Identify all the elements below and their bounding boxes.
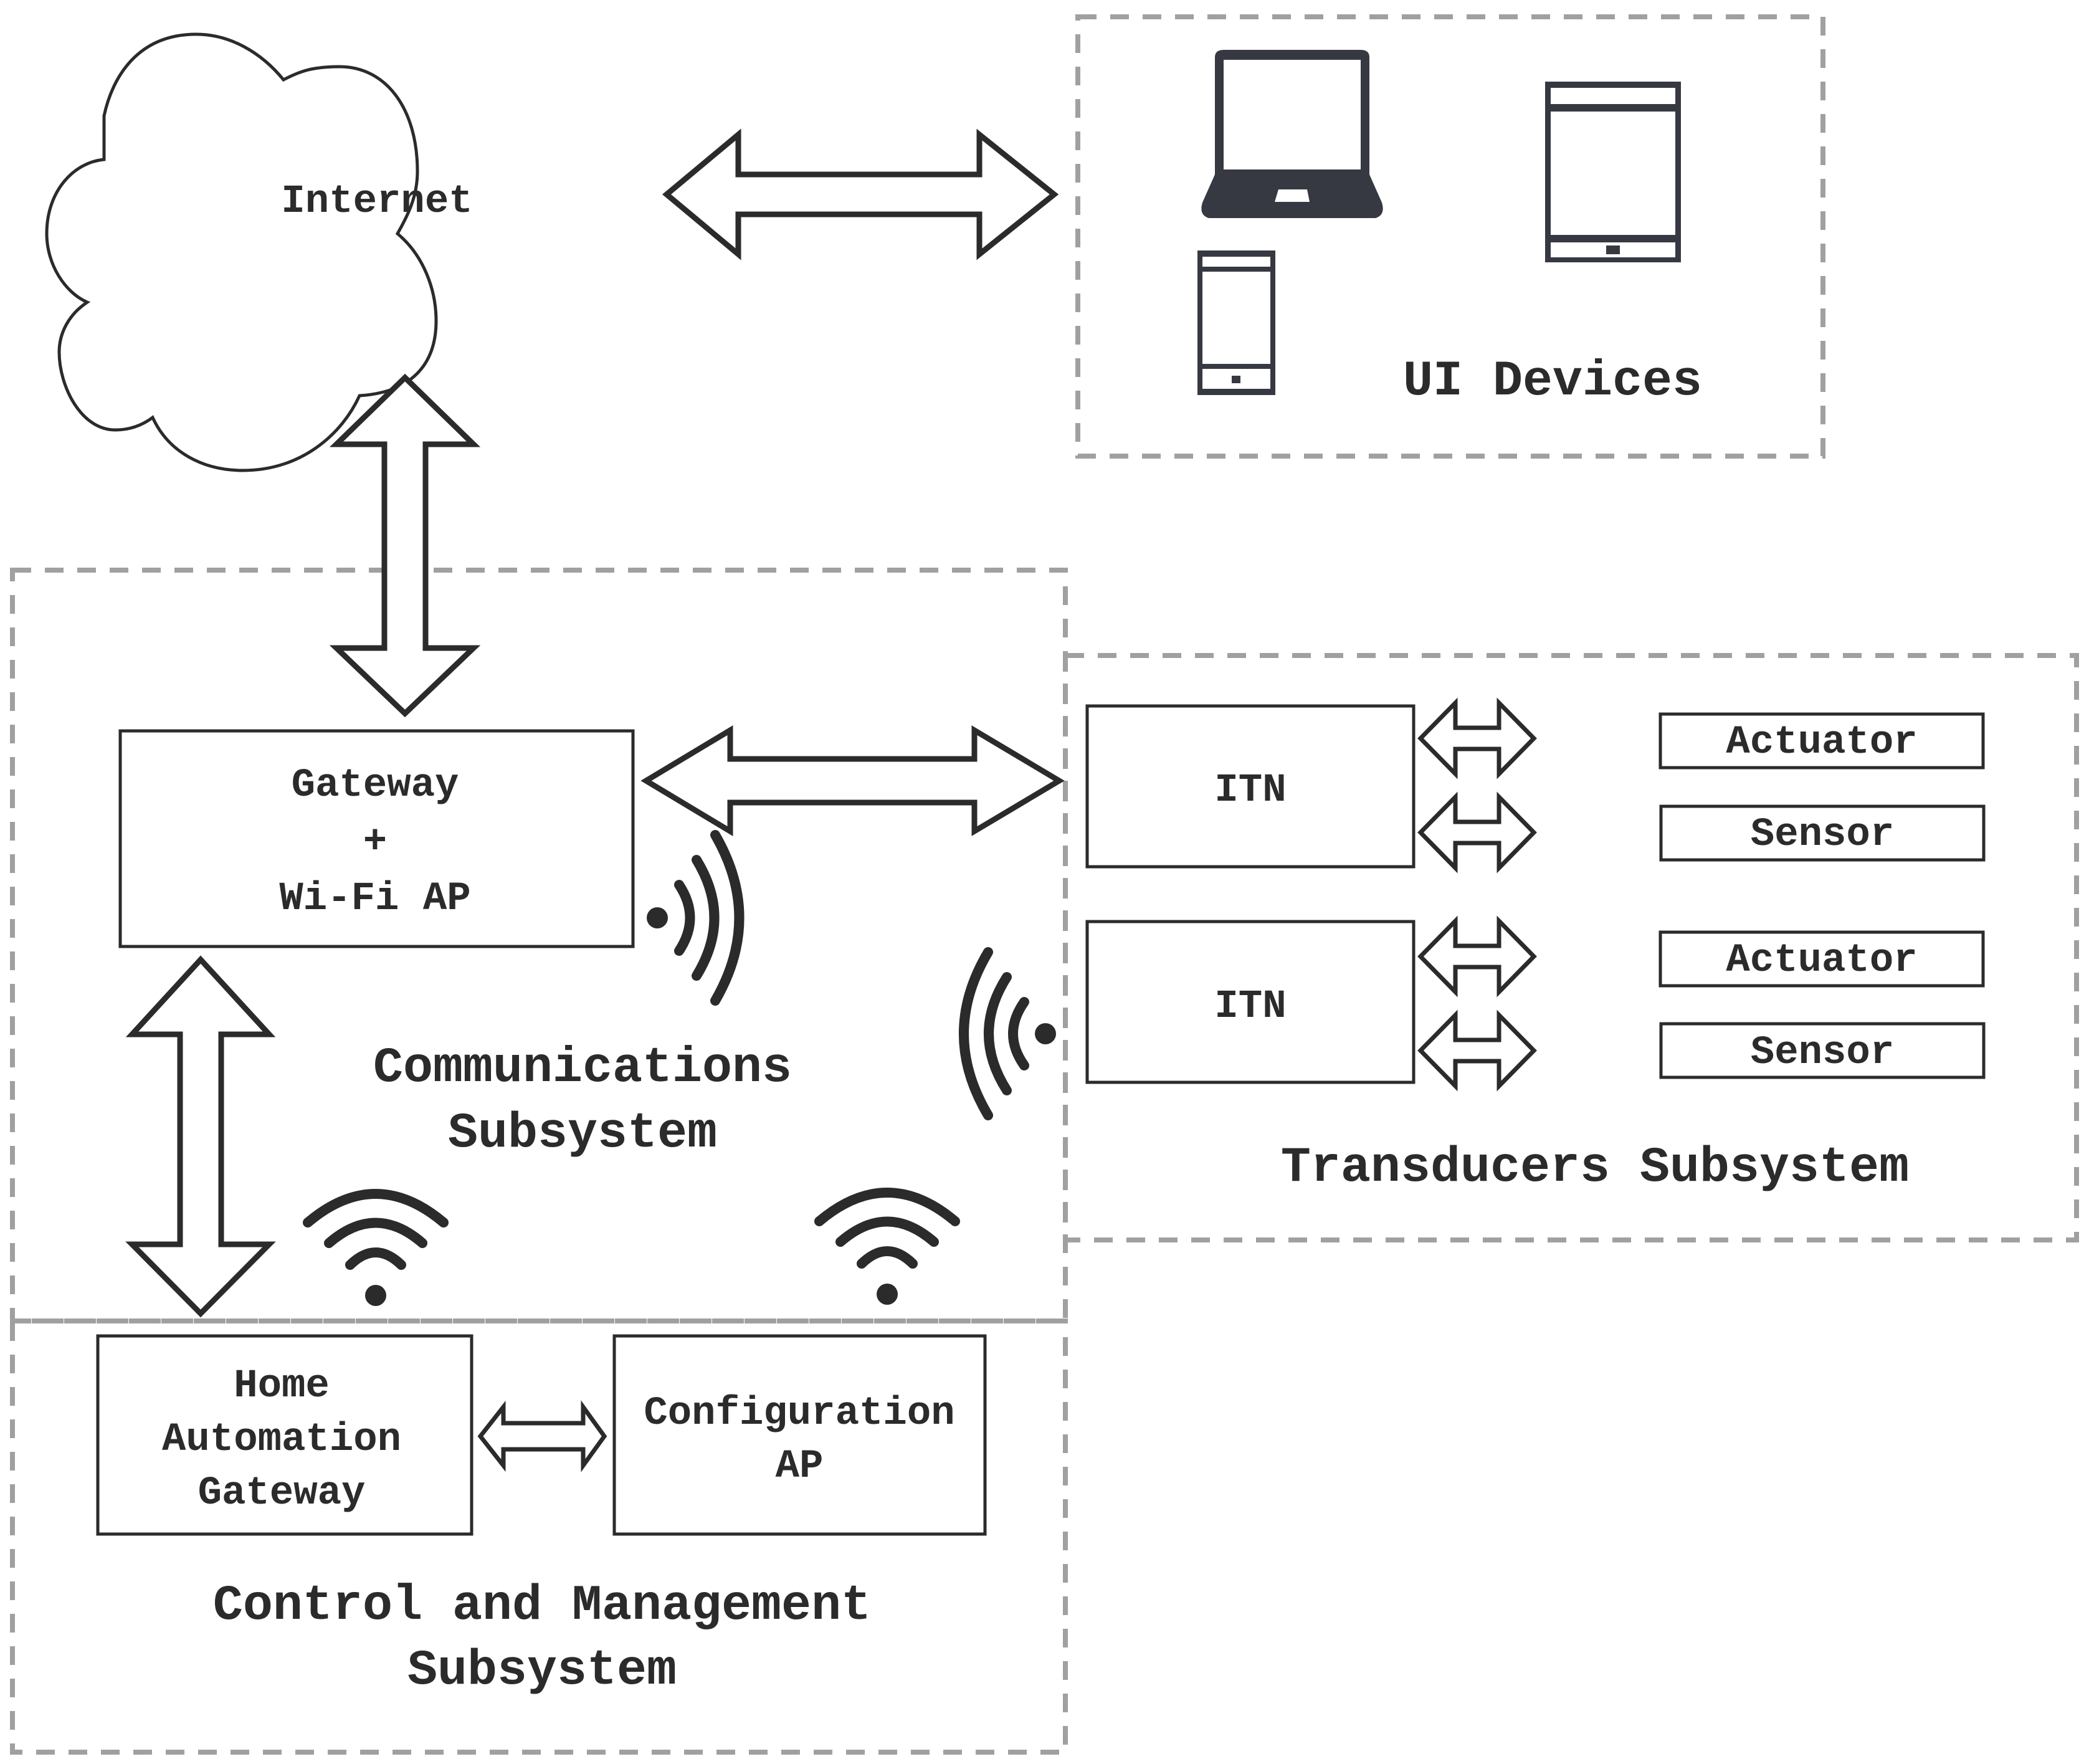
tablet-icon xyxy=(1545,82,1681,262)
sensor-label: Sensor xyxy=(1751,1031,1894,1075)
sensor-label: Sensor xyxy=(1751,813,1894,857)
gateway-transducers-arrow xyxy=(640,725,1065,836)
wifi-signal-config-ap-icon xyxy=(814,1188,960,1305)
home-gateway-config-ap-arrow xyxy=(477,1400,607,1472)
communications-subsystem-title-line1: Communications xyxy=(373,1040,792,1097)
home-automation-gateway-line1: Home xyxy=(234,1364,330,1409)
itn-actuator-arrow xyxy=(1417,915,1537,998)
configuration-ap-line1: Configuration xyxy=(644,1391,954,1436)
communications-subsystem-title-line2: Subsystem xyxy=(448,1105,717,1162)
gateway-wifi-ap-node: Gateway + Wi-Fi AP xyxy=(118,729,635,948)
ui-devices-title: UI Devices xyxy=(1403,353,1702,410)
actuator-label: Actuator xyxy=(1726,938,1917,983)
itn-unit-2: ITN Actuator Sensor xyxy=(1085,915,1986,1092)
home-automation-gateway-line2: Automation xyxy=(162,1418,401,1462)
itn-unit-1: ITN Actuator Sensor xyxy=(1085,697,1986,874)
control-management-subsystem-title-line2: Subsystem xyxy=(407,1642,677,1699)
laptop-icon xyxy=(1201,50,1383,218)
home-automation-architecture-diagram: Internet UI Devices Gateway + Wi-Fi AP C… xyxy=(10,14,2079,1755)
internet-label: Internet xyxy=(281,179,472,224)
internet-ui-devices-arrow xyxy=(662,128,1059,260)
home-automation-gateway-node: Home Automation Gateway xyxy=(96,1334,473,1536)
gateway-home-automation-arrow xyxy=(125,955,276,1318)
itn-sensor-arrow xyxy=(1417,791,1537,874)
control-management-subsystem-title-line1: Control and Management xyxy=(213,1578,871,1634)
gateway-label-line2: + xyxy=(363,820,387,865)
itn-label: ITN xyxy=(1214,768,1286,813)
wifi-signal-left-icon xyxy=(959,947,1056,1120)
gateway-label-line1: Gateway xyxy=(292,763,459,808)
actuator-label: Actuator xyxy=(1726,720,1917,765)
itn-label: ITN xyxy=(1214,985,1286,1029)
wifi-signal-home-gateway-icon xyxy=(303,1189,449,1306)
configuration-ap-line2: AP xyxy=(776,1444,824,1489)
transducers-subsystem-title: Transducers Subsystem xyxy=(1281,1140,1909,1196)
configuration-ap-node: Configuration AP xyxy=(612,1334,987,1536)
smartphone-icon xyxy=(1197,250,1275,395)
wifi-signal-right-icon xyxy=(647,830,745,1006)
itn-actuator-arrow xyxy=(1417,697,1537,779)
itn-sensor-arrow xyxy=(1417,1009,1537,1092)
home-automation-gateway-line3: Gateway xyxy=(198,1471,366,1516)
gateway-label-line3: Wi-Fi AP xyxy=(279,877,470,922)
internet-gateway-arrow xyxy=(329,373,481,718)
